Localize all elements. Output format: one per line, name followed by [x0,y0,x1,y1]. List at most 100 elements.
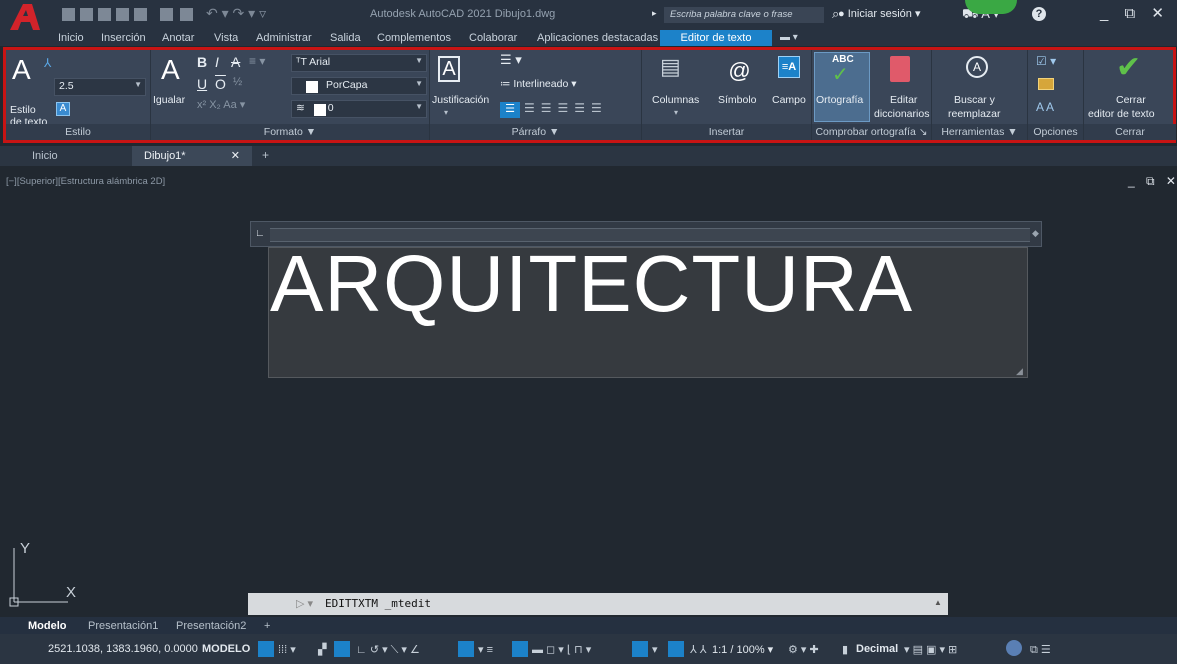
lineweight-icon[interactable]: ▾ ≡ [478,643,493,656]
line-spacing-button[interactable]: ≔ Interlineado ▾ [500,78,576,90]
match-label[interactable]: Igualar [153,94,185,106]
open-web-icon[interactable] [134,8,147,21]
annotation-scale-icon[interactable]: ⅄ ⅄ [690,643,707,656]
dictionary-icon[interactable] [890,56,910,82]
edit-dict-label-1[interactable]: Editar [890,94,917,106]
estilo-label-1[interactable]: Estilo [10,104,36,116]
italic-icon[interactable]: I [215,54,219,70]
annotative-icon[interactable]: ⅄ [44,56,51,70]
tab-colaborar[interactable]: Colaborar [469,32,517,44]
tab-complementos[interactable]: Complementos [377,32,451,44]
new-file-icon[interactable] [62,8,75,21]
tab-anotar[interactable]: Anotar [162,32,194,44]
section-label[interactable]: Herramientas ▼ [932,124,1027,140]
command-history-icon[interactable]: ▲ [934,598,942,607]
quick-properties-icon[interactable]: ▮ [842,643,848,656]
close-tab-icon[interactable]: ✕ [231,146,240,166]
section-label[interactable]: Párrafo ▼ [430,124,641,140]
tab-inicio[interactable]: Inicio [58,32,84,44]
search-input[interactable]: Escriba palabra clave o frase [664,7,824,23]
case-icon[interactable]: A A [1036,100,1054,114]
superscript-icon[interactable]: x² X₂ Aa ▾ [197,98,245,111]
infer-icon[interactable]: ▞ [318,643,326,656]
match-icon[interactable]: A [161,54,180,86]
viewport-controls[interactable]: [−][Superior][Estructura alámbrica 2D] [6,176,165,187]
ortho-polar-icon[interactable]: ∟ ↺ ▾ ⟍ ▾ ∠ [356,643,420,657]
font-select[interactable]: ᵀT Arial ▼ [291,54,427,72]
3d-dropdown-icon[interactable]: ▾ [652,643,658,656]
annotation-visibility-icon[interactable] [668,641,684,657]
ruler-toggle-icon[interactable] [1038,78,1054,90]
close-label-1[interactable]: Cerrar [1116,94,1146,106]
tab-layout2[interactable]: Presentación2 [176,620,246,632]
isolate-objects-icon[interactable] [1006,640,1022,656]
text-style-icon[interactable]: A [12,54,31,86]
help-icon[interactable]: ? [1032,7,1046,21]
tab-start[interactable]: Inicio [20,146,128,166]
overline-icon[interactable]: O [215,76,226,92]
grid-icon[interactable] [258,641,274,657]
save-icon[interactable] [98,8,111,21]
bullets-icon[interactable]: ☰ ▾ [500,52,522,68]
color-select[interactable]: PorCapa ▼ [291,77,427,95]
section-label[interactable]: Formato ▼ [151,124,429,140]
signin-button[interactable]: ● Iniciar sesión ▾ [838,7,920,20]
find-label-1[interactable]: Buscar y [954,94,995,106]
undo-redo-icon[interactable]: ↶ ▾ ↷ ▾ ▿ [206,5,266,22]
columns-label[interactable]: Columnas [652,94,699,106]
tab-salida[interactable]: Salida [330,32,361,44]
tab-vista[interactable]: Vista [214,32,238,44]
model-space-toggle[interactable]: MODELO [202,643,250,655]
units-select[interactable]: Decimal [856,643,898,655]
save-as-icon[interactable] [116,8,129,21]
fraction-icon[interactable]: ½ [233,76,242,88]
stack-icon[interactable]: ≡ ▾ [249,54,265,68]
ruler-width-handle-icon[interactable]: ◆ [1032,228,1039,239]
tab-aplicaciones[interactable]: Aplicaciones destacadas [537,32,658,44]
options-icon[interactable]: ☑ ▾ [1036,54,1056,68]
selection-cycling-icon[interactable]: ▬ ◻ ▾ ⌊ ⊓ ▾ [532,643,591,656]
justify-icon[interactable]: A [438,56,460,82]
tab-type-icon[interactable]: ∟ [255,228,265,239]
align-options-icon[interactable]: ☰☰☰☰☰ [524,101,608,115]
strike-icon[interactable]: A [231,54,240,70]
close-label-2[interactable]: editor de texto [1088,108,1155,120]
add-layout-icon[interactable]: + [264,620,270,632]
tab-layout1[interactable]: Presentación1 [88,620,158,632]
search-expand-icon[interactable]: ▸ [652,8,657,19]
edit-dict-label-2[interactable]: diccionarios [874,108,929,120]
tab-drawing[interactable]: Dibujo1* ✕ [132,146,252,166]
scale-select[interactable]: 1:1 / 100% ▾ [712,643,773,656]
field-icon[interactable]: ≡A [778,56,800,78]
bold-icon[interactable]: B [197,54,207,70]
osnap-icon[interactable] [458,641,474,657]
tab-insercion[interactable]: Inserción [101,32,146,44]
customize-icon[interactable]: ⧉ ☰ [1030,643,1051,657]
tab-administrar[interactable]: Administrar [256,32,312,44]
tab-editor-texto[interactable]: Editor de texto [660,30,772,46]
gear-icon[interactable]: ⚙ ▾ ✚ [788,643,819,656]
viewport-window-controls[interactable]: _ ⧉ ✕ [1128,174,1177,189]
resize-grip-icon[interactable]: ◢ [1016,366,1023,377]
mtext-content[interactable]: ARQUITECTURA [268,238,1028,330]
snap-icon[interactable]: ⁞⁞⁞ ▾ [278,643,296,656]
status-tools-icon[interactable]: ▾ ▤ ▣ ▾ ⊞ [904,643,957,656]
symbol-label[interactable]: Símbolo [718,94,757,106]
text-height-select[interactable]: 2.5 ▼ [54,78,146,96]
mask-icon[interactable]: A [56,102,70,116]
underline-icon[interactable]: U [197,76,207,92]
autocad-logo-icon[interactable] [8,2,42,32]
command-prompt-icon[interactable]: ▷ ▾ [296,597,313,610]
transparency-icon[interactable] [512,641,528,657]
save-web-icon[interactable] [160,8,173,21]
ribbon-toggle-icon[interactable]: ▬ ▾ [780,32,798,43]
find-label-2[interactable]: reemplazar [948,108,1001,120]
justify-label[interactable]: Justificación [432,94,489,106]
close-editor-icon[interactable]: ✔ [1116,50,1141,85]
justify-dropdown-icon[interactable]: ▾ [444,108,448,117]
dynamic-input-icon[interactable] [334,641,350,657]
new-tab-icon[interactable]: + [262,148,269,162]
coordinates[interactable]: 2521.1038, 1383.1960, 0.0000 [48,643,198,655]
tab-model[interactable]: Modelo [28,620,67,632]
plot-icon[interactable] [180,8,193,21]
